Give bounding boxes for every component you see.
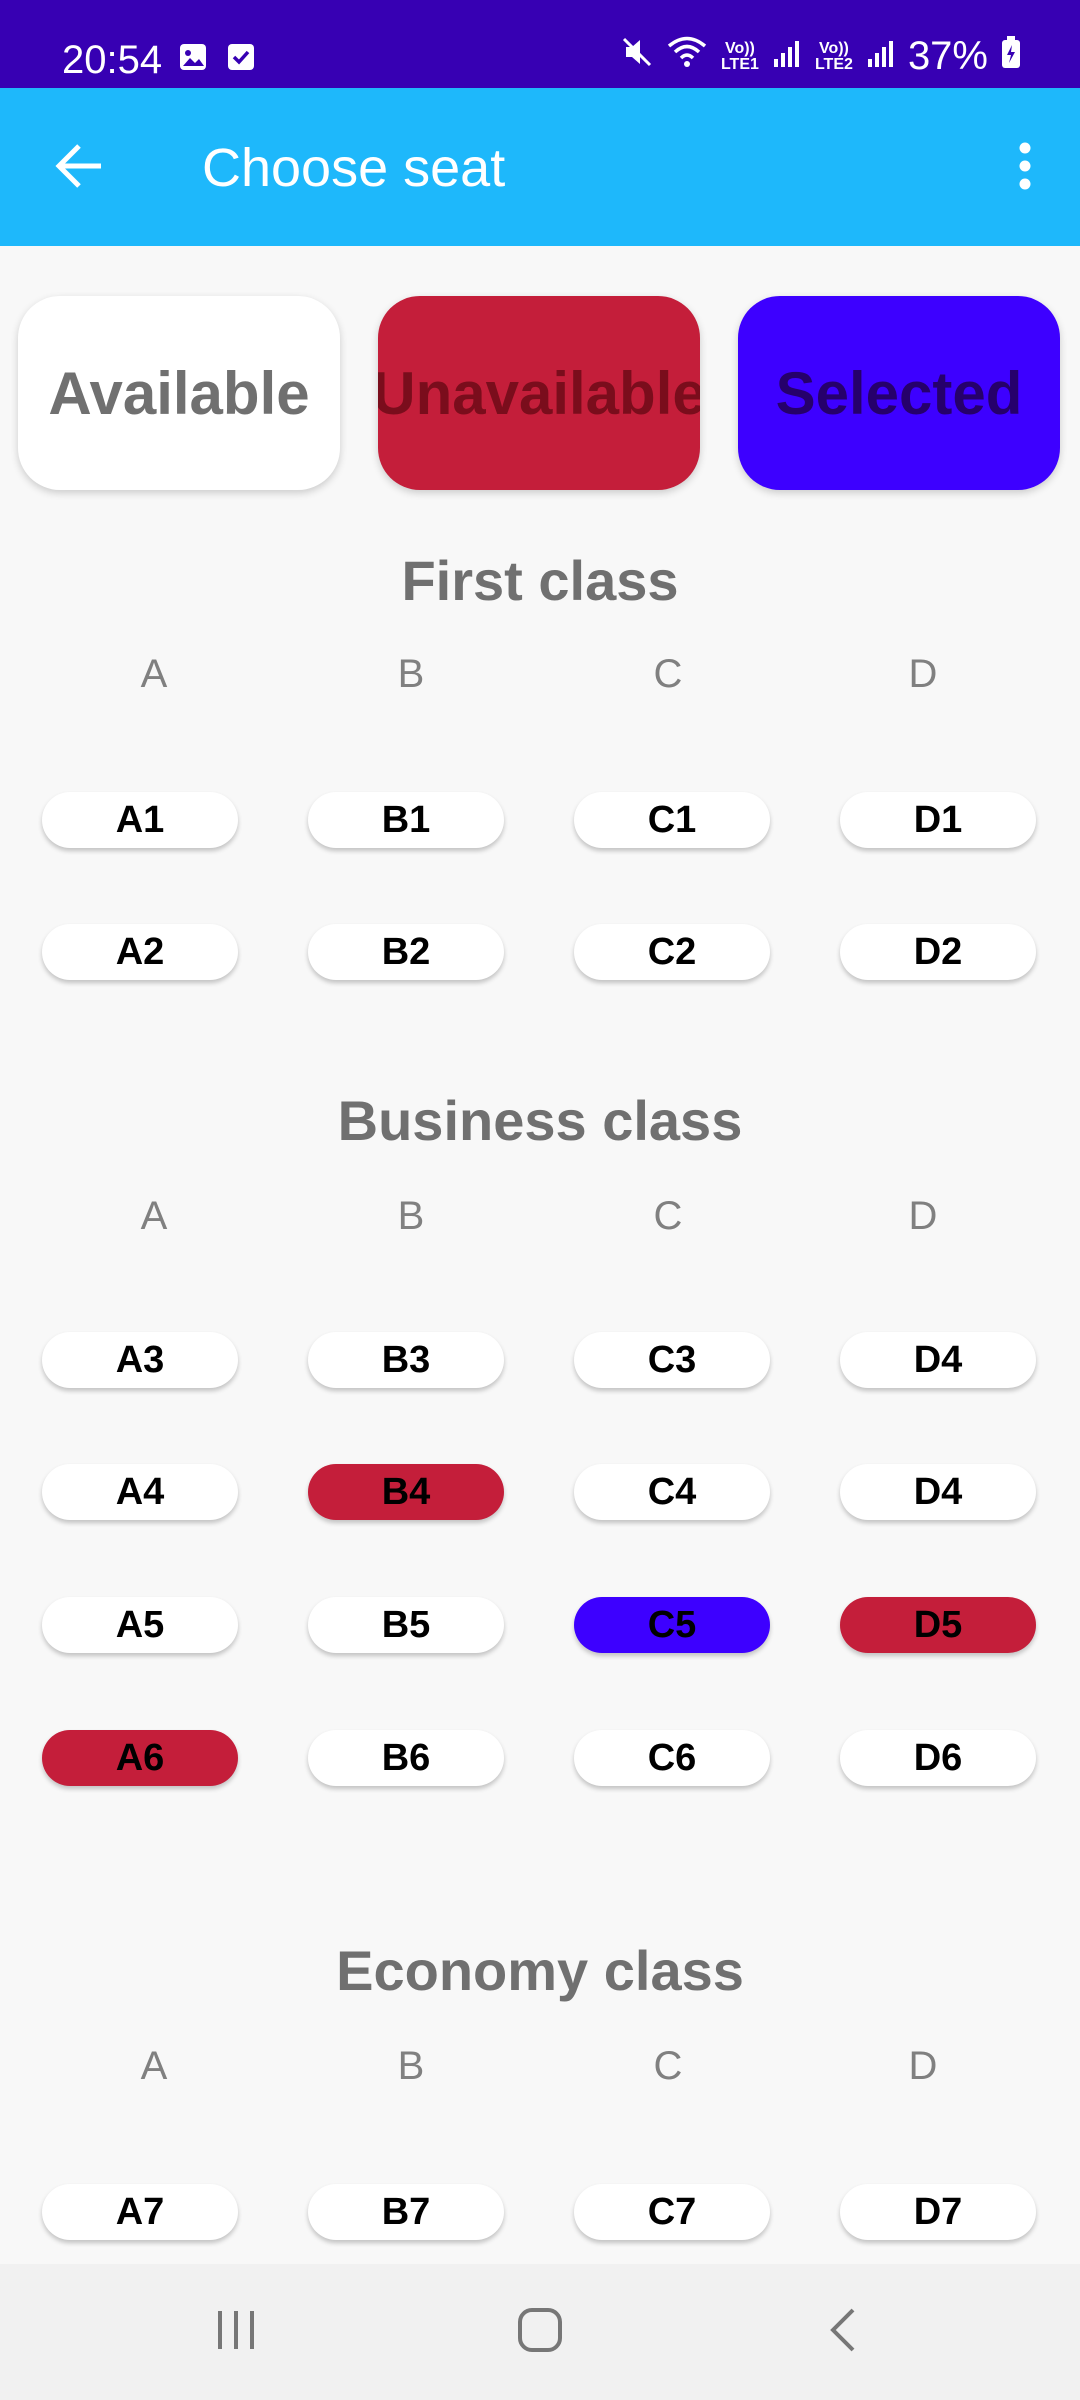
column-label: A (140, 652, 168, 696)
column-label: C (653, 1194, 683, 1238)
seat-button-c7[interactable]: C7 (574, 2184, 770, 2240)
seat-button-a7[interactable]: A7 (42, 2184, 238, 2240)
section-title: Business class (337, 1089, 743, 1152)
seat-button-c2[interactable]: C2 (574, 924, 770, 980)
checkbox-icon (226, 42, 256, 72)
recent-apps-icon (214, 2309, 258, 2356)
column-label: B (397, 652, 425, 696)
seat-button-c3[interactable]: C3 (574, 1332, 770, 1388)
column-label: B (397, 1194, 425, 1238)
battery-percent: 37% (907, 34, 988, 78)
wifi-icon (666, 34, 708, 79)
column-label: D (908, 652, 938, 696)
seat-button-d6[interactable]: D6 (840, 1730, 1036, 1786)
seat-button-b5[interactable]: B5 (308, 1597, 504, 1653)
section-title: First class (401, 549, 679, 612)
column-label: D (908, 1194, 938, 1238)
system-icons: Vo)) LTE1 Vo)) LTE2 37% (620, 34, 1022, 79)
section-title: Economy class (336, 1939, 744, 2002)
image-icon (178, 42, 208, 72)
seat-row: A7 B7 C7 D7 (0, 2184, 1080, 2240)
status-time: 20:54 (62, 38, 163, 82)
seat-button-d1[interactable]: D1 (840, 792, 1036, 848)
seat-button-d7[interactable]: D7 (840, 2184, 1036, 2240)
seat-row: A6 B6 C6 D6 (0, 1730, 1080, 1786)
seat-button-a1[interactable]: A1 (42, 792, 238, 848)
sim2-label: Vo)) LTE2 (814, 39, 853, 73)
column-label: A (140, 2044, 168, 2088)
status-bar: 20:54 Vo)) LTE1 Vo)) LTE2 37% (0, 0, 1080, 88)
seat-button-a5[interactable]: A5 (42, 1597, 238, 1653)
seat-button-b2[interactable]: B2 (308, 924, 504, 980)
seat-button-a3[interactable]: A3 (42, 1332, 238, 1388)
arrow-left-icon (55, 143, 105, 194)
seat-row: A3 B3 C3 D4 (0, 1332, 1080, 1388)
seat-button-d2[interactable]: D2 (840, 924, 1036, 980)
seat-button-a4[interactable]: A4 (42, 1464, 238, 1520)
column-labels: A B C D (0, 1194, 1080, 1244)
seat-button-b4[interactable]: B4 (308, 1464, 504, 1520)
column-labels: A B C D (0, 652, 1080, 702)
seat-button-a6[interactable]: A6 (42, 1730, 238, 1786)
column-label: B (397, 2044, 425, 2088)
seat-row: A1 B1 C1 D1 (0, 792, 1080, 848)
seat-button-b3[interactable]: B3 (308, 1332, 504, 1388)
column-label: C (653, 652, 683, 696)
seat-button-c4[interactable]: C4 (574, 1464, 770, 1520)
back-nav-button[interactable] (782, 2292, 902, 2372)
home-icon (516, 2306, 564, 2359)
seat-button-c6[interactable]: C6 (574, 1730, 770, 1786)
app-bar: Choose seat (0, 88, 1080, 246)
battery-icon (1000, 34, 1022, 79)
signal-icon (866, 34, 896, 79)
system-nav-bar (0, 2264, 1080, 2400)
column-label: C (653, 2044, 683, 2088)
seat-row: A2 B2 C2 D2 (0, 924, 1080, 980)
more-vert-icon (1018, 141, 1032, 196)
seat-row: A5 B5 C5 D5 (0, 1597, 1080, 1653)
recent-apps-button[interactable] (176, 2292, 296, 2372)
home-button[interactable] (480, 2292, 600, 2372)
signal-icon (772, 34, 802, 79)
legend-selected: Selected (738, 296, 1060, 490)
seat-button-d4[interactable]: D4 (840, 1464, 1036, 1520)
legend-available: Available (18, 296, 340, 490)
seat-button-d4[interactable]: D4 (840, 1332, 1036, 1388)
seat-button-b1[interactable]: B1 (308, 792, 504, 848)
page-title: Choose seat (202, 138, 506, 198)
column-label: D (908, 2044, 938, 2088)
column-labels: A B C D (0, 2044, 1080, 2094)
seat-button-c5[interactable]: C5 (574, 1597, 770, 1653)
mute-icon (620, 34, 654, 79)
column-label: A (140, 1194, 168, 1238)
seat-button-b7[interactable]: B7 (308, 2184, 504, 2240)
seat-button-b6[interactable]: B6 (308, 1730, 504, 1786)
legend-unavailable: Unavailable (378, 296, 700, 490)
back-icon (827, 2307, 857, 2358)
seat-row: A4 B4 C4 D4 (0, 1464, 1080, 1520)
seat-button-c1[interactable]: C1 (574, 792, 770, 848)
seat-button-a2[interactable]: A2 (42, 924, 238, 980)
back-button[interactable] (40, 128, 120, 208)
overflow-menu-button[interactable] (990, 128, 1060, 208)
seat-button-d5[interactable]: D5 (840, 1597, 1036, 1653)
notification-icons (178, 42, 256, 72)
sim1-label: Vo)) LTE1 (720, 39, 759, 73)
